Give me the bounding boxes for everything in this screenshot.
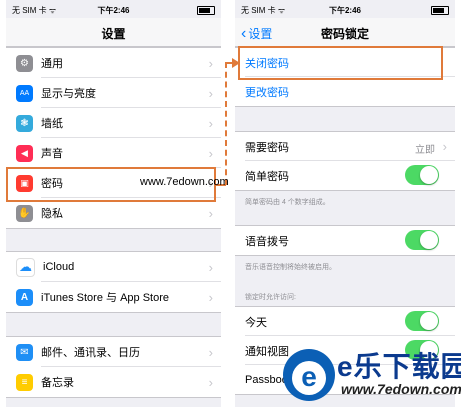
settings-row-icloud[interactable]: ☁ iCloud › [6, 252, 221, 282]
action-label: 更改密码 [245, 86, 289, 99]
row-label: 声音 [41, 148, 63, 160]
arrow-icon [232, 58, 240, 68]
chevron-right-icon: › [208, 56, 213, 71]
simple-passcode-row: 简单密码 [235, 161, 455, 190]
mail-icon: ✉ [16, 343, 33, 361]
passcode-options: 需要密码 立即 › 简单密码 [235, 131, 455, 191]
nav-bar: 设置 [6, 18, 221, 47]
chevron-right-icon: › [208, 345, 213, 360]
row-label: 显示与亮度 [41, 88, 96, 100]
battery-icon [197, 6, 215, 15]
settings-row-privacy[interactable]: ✋ 隐私 › [6, 198, 221, 228]
settings-row-mail[interactable]: ✉ 邮件、通讯录、日历 › [6, 337, 221, 367]
settings-row-display[interactable]: AA 显示与亮度 › [6, 78, 221, 108]
simple-passcode-note: 简单密码由 4 个数字组成。 [245, 199, 330, 206]
row-label: iTunes Store 与 App Store [41, 292, 169, 304]
row-label: 邮件、通讯录、日历 [41, 347, 140, 359]
page-title: 密码锁定 [320, 27, 369, 41]
watermark: www.7edown.com [140, 176, 229, 188]
logo-name: e乐下载园 [337, 351, 461, 382]
e-logo-icon: e [283, 349, 335, 401]
voice-dial-note: 音乐语音控制将始终被启用。 [245, 264, 336, 271]
settings-row-notes[interactable]: ≡ 备忘录 › [6, 367, 221, 397]
row-label: 简单密码 [245, 170, 289, 183]
row-label: 隐私 [41, 208, 63, 220]
chevron-right-icon: › [208, 86, 213, 101]
voice-dial-toggle[interactable] [405, 230, 439, 250]
settings-group-3: ✉ 邮件、通讯录、日历 › ≡ 备忘录 › [6, 336, 221, 398]
gear-icon: ⚙ [16, 54, 33, 72]
require-passcode-row[interactable]: 需要密码 立即 › [235, 132, 455, 161]
row-label: iCloud [43, 261, 75, 273]
today-toggle[interactable] [405, 311, 439, 331]
simple-passcode-toggle[interactable] [405, 165, 439, 185]
settings-row-wallpaper[interactable]: ❃ 墙纸 › [6, 108, 221, 138]
settings-row-sounds[interactable]: ◀ 声音 › [6, 138, 221, 168]
settings-row-appstore[interactable]: A iTunes Store 与 App Store › [6, 282, 221, 312]
turn-off-highlight-box [238, 46, 443, 80]
chevron-right-icon: › [208, 260, 213, 275]
row-label: 通用 [41, 58, 63, 70]
chevron-right-icon: › [442, 139, 447, 154]
cloud-icon: ☁ [16, 257, 35, 277]
voice-dial-row: 语音拨号 [235, 226, 455, 255]
notes-icon: ≡ [16, 373, 33, 391]
row-label: 今天 [245, 316, 267, 329]
chevron-right-icon: › [208, 290, 213, 305]
page-title: 设置 [101, 27, 126, 41]
settings-screen: 无 SIM 卡 ᯤ 下午2:46 设置 ⚙ 通用 › AA 显示与亮度 › ❃ … [6, 0, 221, 407]
status-bar: 无 SIM 卡 ᯤ 下午2:46 [6, 0, 221, 18]
change-passcode-button[interactable]: 更改密码 [235, 77, 455, 106]
lock-access-header: 锁定时允许访问: [245, 294, 296, 301]
clock: 下午2:46 [97, 6, 130, 15]
row-label: 备忘录 [41, 377, 74, 389]
status-bar: 无 SIM 卡 ᯤ 下午2:46 [235, 0, 455, 18]
battery-icon [431, 6, 449, 15]
voice-dial-group: 语音拨号 [235, 225, 455, 256]
hand-icon: ✋ [16, 204, 33, 222]
settings-row-general[interactable]: ⚙ 通用 › [6, 48, 221, 78]
appstore-icon: A [16, 288, 33, 306]
require-value: 立即 [415, 145, 435, 156]
chevron-right-icon: › [208, 116, 213, 131]
clock: 下午2:46 [328, 6, 361, 15]
chevron-right-icon: › [208, 146, 213, 161]
chevron-right-icon: › [208, 206, 213, 221]
today-row: 今天 [235, 307, 455, 336]
row-label: 墙纸 [41, 118, 63, 130]
brightness-icon: AA [16, 84, 33, 102]
wallpaper-icon: ❃ [16, 114, 33, 132]
connector-line [225, 62, 227, 185]
settings-group-2: ☁ iCloud › A iTunes Store 与 App Store › [6, 251, 221, 313]
logo-url: www.7edown.com [341, 381, 461, 397]
chevron-right-icon: › [208, 375, 213, 390]
speaker-icon: ◀ [16, 144, 33, 162]
row-label: 语音拨号 [245, 235, 289, 248]
nav-bar: ‹ 设置 密码锁定 [235, 18, 455, 47]
site-logo: e e乐下载园 www.7edown.com [283, 343, 461, 403]
row-label: 需要密码 [245, 141, 289, 154]
